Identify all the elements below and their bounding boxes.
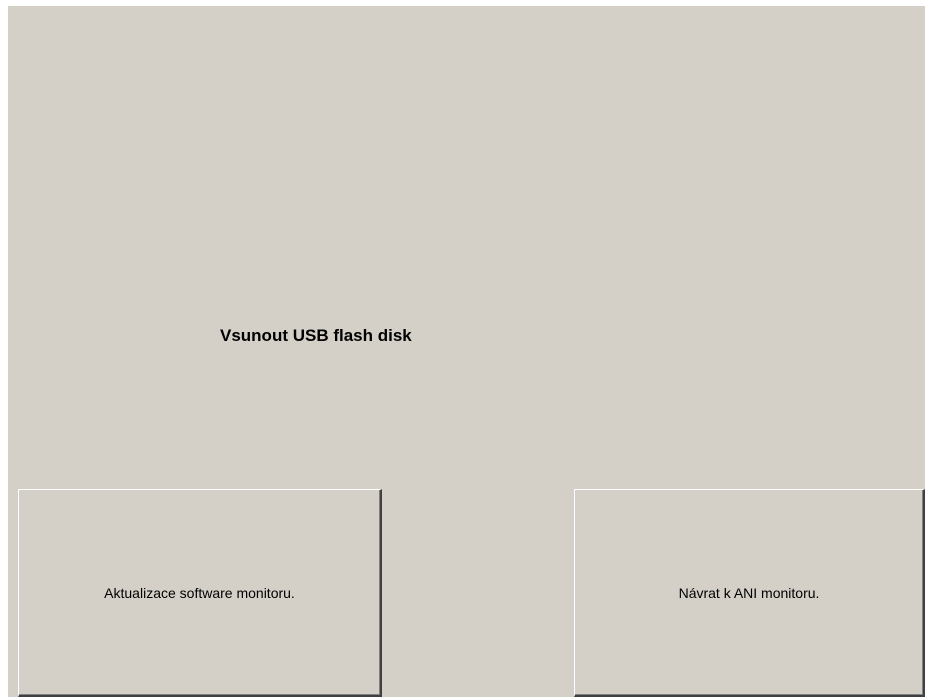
insert-usb-message: Vsunout USB flash disk [220, 326, 412, 345]
return-to-monitor-button-label: Návrat k ANI monitoru. [678, 584, 820, 601]
return-to-monitor-button[interactable]: Návrat k ANI monitoru. [574, 489, 925, 697]
update-software-button[interactable]: Aktualizace software monitoru. [18, 489, 382, 697]
usb-update-screen: Vsunout USB flash disk Aktualizace softw… [8, 6, 925, 697]
update-software-button-label: Aktualizace software monitoru. [104, 584, 295, 601]
